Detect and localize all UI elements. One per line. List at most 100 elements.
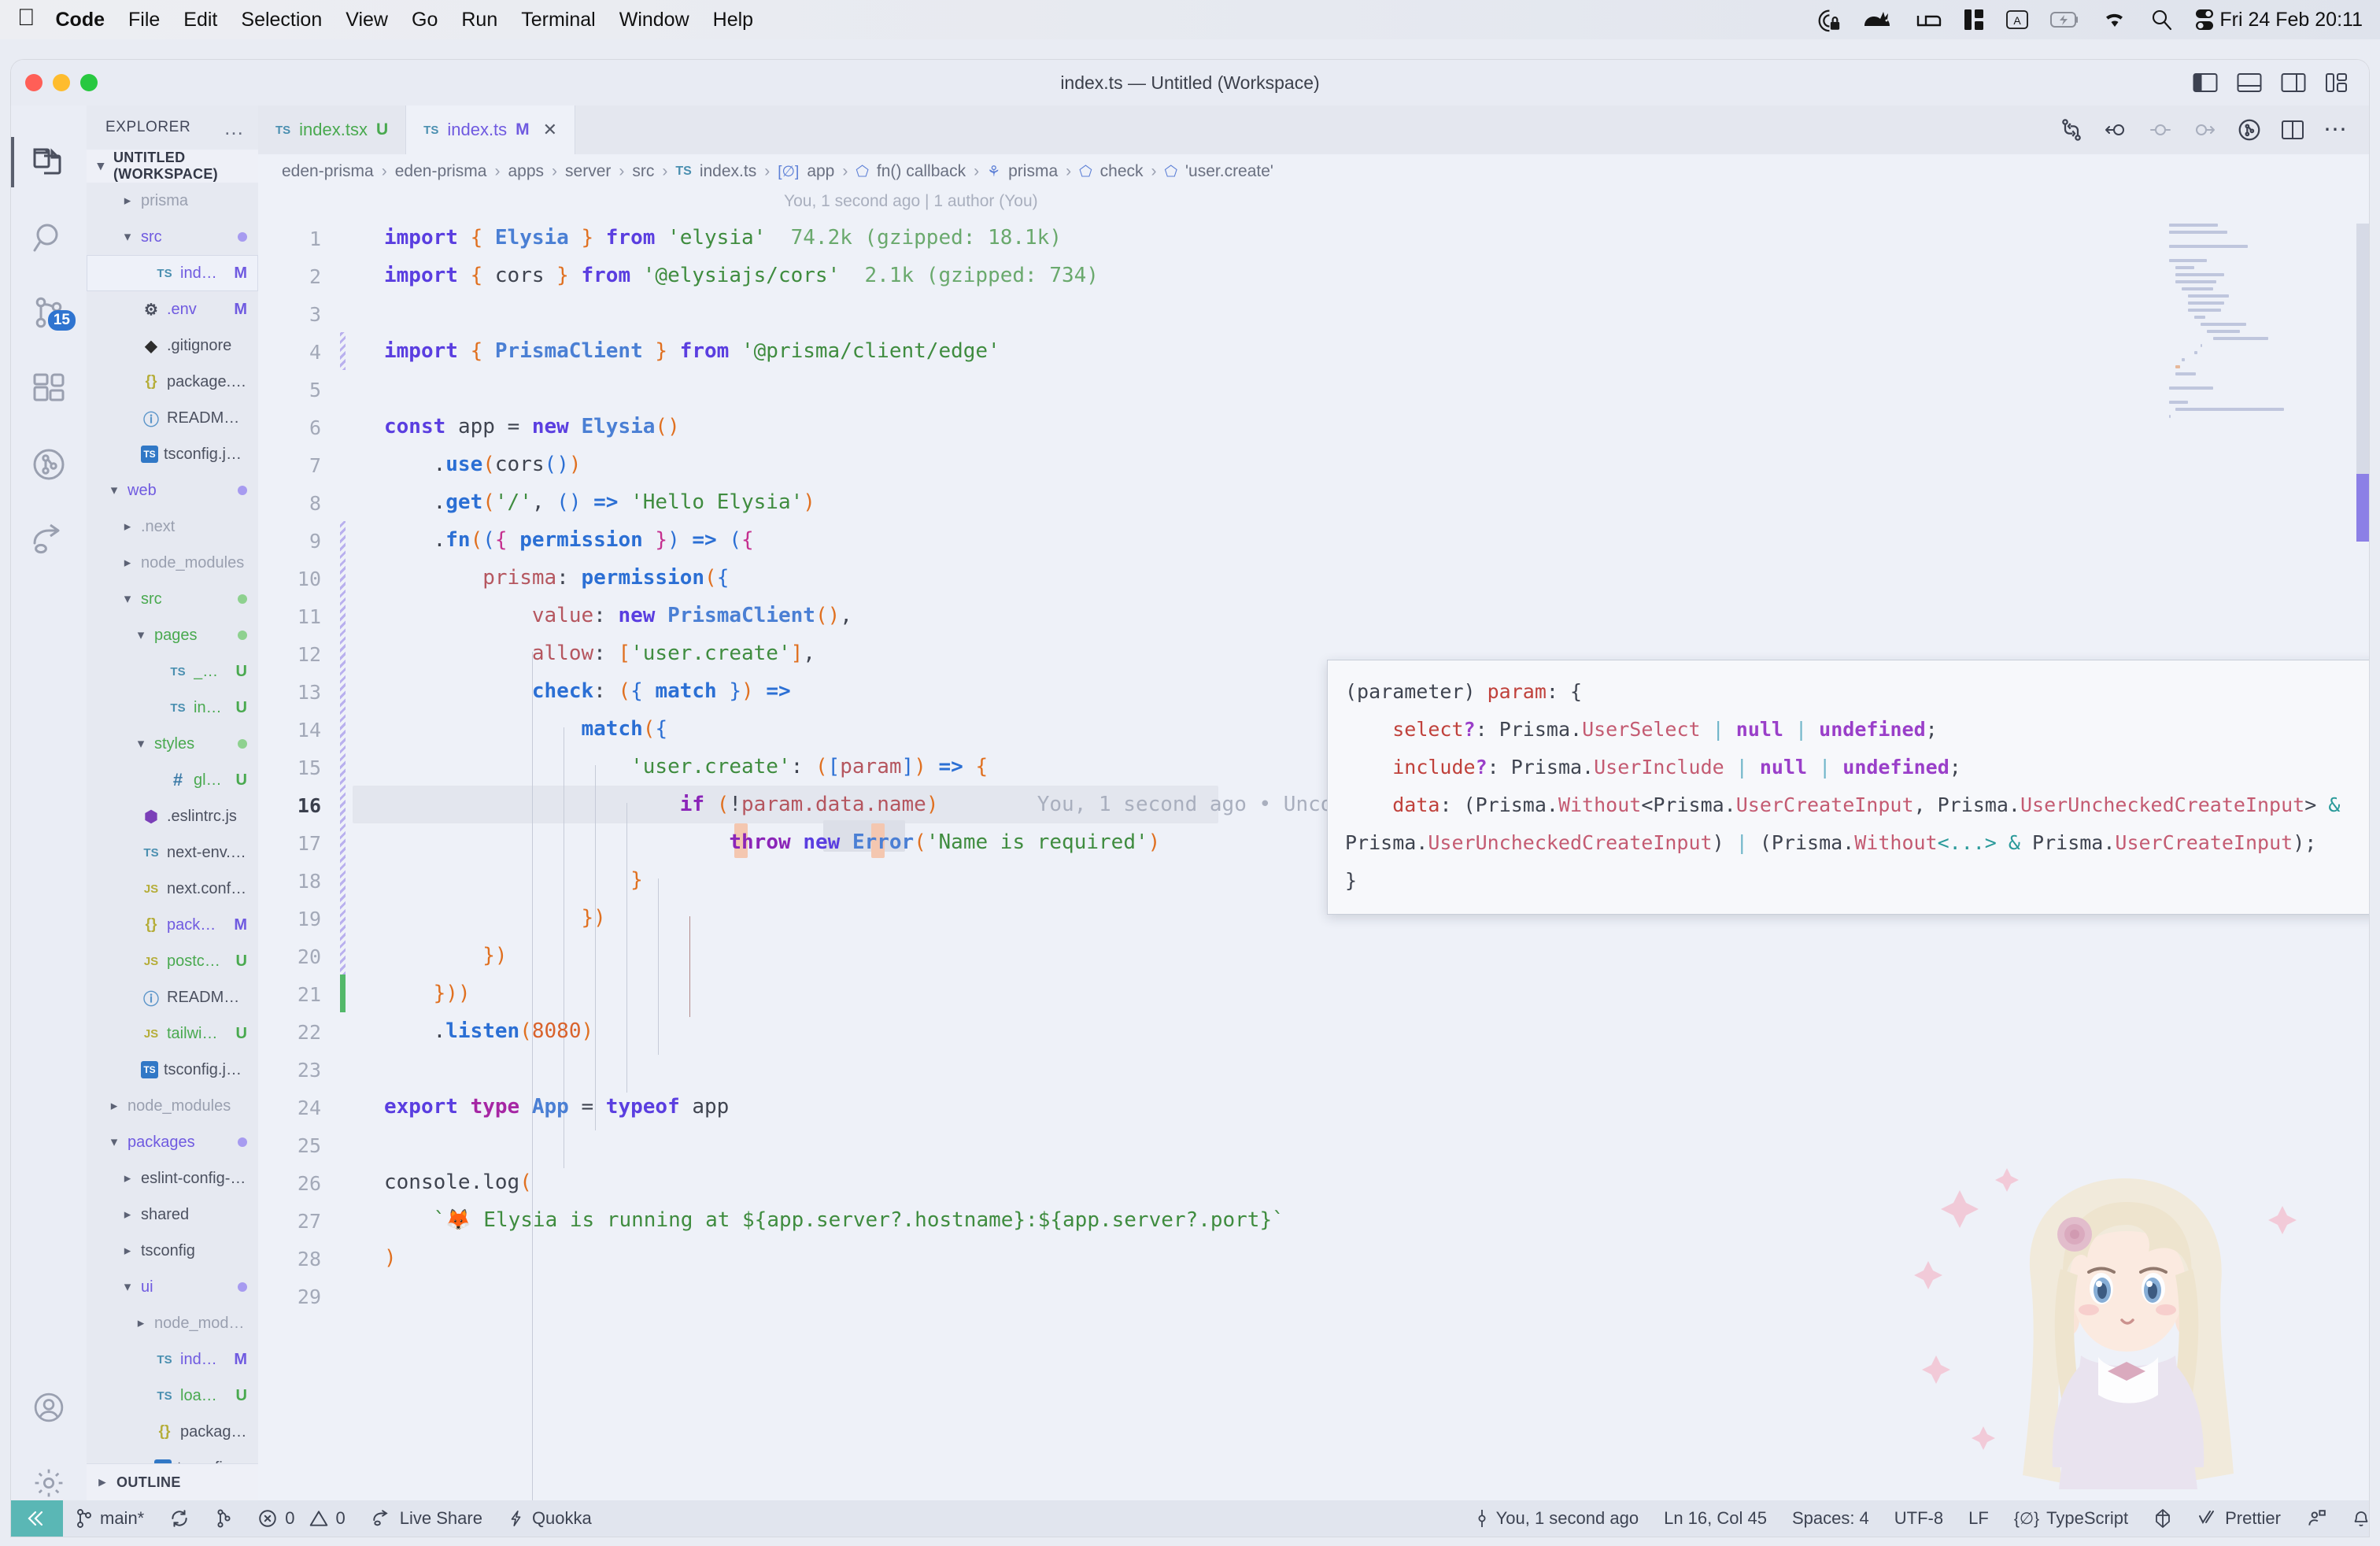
chevron-right-icon[interactable]: ▸ — [120, 1243, 135, 1259]
breadcrumb-item-index-ts[interactable]: index.ts — [700, 162, 756, 181]
apple-logo-icon[interactable]:  — [17, 6, 35, 30]
tree-item-package-json[interactable]: {} package.json — [87, 1414, 258, 1450]
tree-item-tsconfig-json[interactable]: TS tsconfig.json — [87, 1052, 258, 1088]
breadcrumb-symbol-fn-callback[interactable]: fn() callback — [877, 162, 966, 181]
chevron-right-icon[interactable]: ▸ — [133, 1315, 149, 1331]
menu-item-help[interactable]: Help — [713, 9, 753, 31]
control-center-icon[interactable] — [2194, 8, 2215, 31]
status-indentation[interactable]: Spaces: 4 — [1779, 1500, 1882, 1537]
sidebar-item-testing[interactable] — [11, 427, 87, 502]
breadcrumb-item-eden-prisma-2[interactable]: eden-prisma — [395, 162, 487, 181]
tree-item-src[interactable]: ▾ src — [87, 219, 258, 255]
close-icon[interactable]: ✕ — [543, 120, 557, 140]
sidebar-item-extensions[interactable] — [11, 351, 87, 427]
prev-diff-icon[interactable] — [2149, 119, 2172, 141]
tree-item-loading-tsx[interactable]: TS loading.tsx U — [87, 1378, 258, 1414]
tree-item--eslintrc-js[interactable]: ⬢ .eslintrc.js — [87, 798, 258, 834]
menu-item-go[interactable]: Go — [412, 9, 438, 31]
tree-item-tailwind-config-js[interactable]: JS tailwind.config.js U — [87, 1015, 258, 1052]
split-view-icon[interactable] — [1964, 8, 1984, 31]
chevron-down-icon[interactable]: ▾ — [120, 1279, 135, 1295]
status-language-mode[interactable]: {∅} TypeScript — [2001, 1500, 2141, 1537]
remote-window-icon[interactable] — [11, 1500, 63, 1537]
chevron-right-icon[interactable]: ▸ — [106, 1098, 122, 1114]
menu-item-code[interactable]: Code — [56, 9, 105, 31]
tree-item--next[interactable]: ▸ .next — [87, 509, 258, 545]
status-cursor-position[interactable]: Ln 16, Col 45 — [1651, 1500, 1779, 1537]
status-eol[interactable]: LF — [1956, 1500, 2001, 1537]
editor-scrollbar-thumb[interactable] — [2356, 474, 2369, 542]
breadcrumb-item-server[interactable]: server — [565, 162, 611, 181]
more-actions-icon[interactable]: ⋯ — [2323, 118, 2349, 142]
code-editor[interactable]: You, 1 second ago | 1 author (You) 12345… — [258, 189, 2369, 1537]
toggle-primary-sidebar-icon[interactable] — [2193, 72, 2218, 93]
outline-panel-header[interactable]: ▸ OUTLINE — [87, 1464, 258, 1500]
cat-icon[interactable] — [1863, 9, 1894, 31]
tree-item-next-config-js[interactable]: JS next.config.js — [87, 871, 258, 907]
breadcrumb-symbol-user-create[interactable]: 'user.create' — [1185, 162, 1273, 181]
tree-item-shared[interactable]: ▸ shared — [87, 1196, 258, 1233]
tree-item-next-env-d-ts[interactable]: TS next-env.d.ts — [87, 834, 258, 871]
tree-item-readme-md[interactable]: ⓘ README.md — [87, 979, 258, 1015]
chevron-down-icon[interactable]: ▾ — [106, 1134, 122, 1150]
toggle-secondary-sidebar-icon[interactable] — [2281, 72, 2306, 93]
sidebar-item-live-share[interactable] — [11, 502, 87, 578]
status-branch[interactable]: main* — [63, 1500, 157, 1537]
chevron-down-icon[interactable]: ▾ — [120, 229, 135, 245]
tree-item-tsconfig[interactable]: ▸ tsconfig — [87, 1233, 258, 1269]
tree-item-pages[interactable]: ▾ pages — [87, 617, 258, 653]
tree-item-index-tsx[interactable]: TS index.tsx M — [87, 1341, 258, 1378]
status-git-blame[interactable]: You, 1 second ago — [1462, 1500, 1651, 1537]
tree-item-tsconfig-json[interactable]: TS tsconfig.json — [87, 436, 258, 472]
status-checkout[interactable] — [202, 1500, 245, 1537]
tree-item-index-ts[interactable]: TS index.ts M — [87, 255, 258, 291]
status-sync[interactable] — [157, 1500, 202, 1537]
workspace-root-row[interactable]: ▾ UNTITLED (WORKSPACE) — [87, 150, 258, 183]
chevron-down-icon[interactable]: ▾ — [120, 591, 135, 607]
breadcrumb-symbol-prisma[interactable]: prisma — [1008, 162, 1058, 181]
editor-scrollbar[interactable] — [2356, 224, 2369, 491]
sidebar-item-explorer[interactable] — [11, 124, 87, 200]
tree-item-packages[interactable]: ▾ packages — [87, 1124, 258, 1160]
keyboard-input-A-icon[interactable]: A — [2005, 8, 2029, 31]
tree-item-prisma[interactable]: ▸ prisma — [87, 183, 258, 219]
minimap[interactable] — [2169, 224, 2350, 853]
chevron-right-icon[interactable]: ▸ — [120, 1207, 135, 1222]
chevron-down-icon[interactable]: ▾ — [106, 483, 122, 498]
breadcrumb-item-src[interactable]: src — [632, 162, 654, 181]
status-prettier[interactable]: Prettier — [2185, 1500, 2293, 1537]
tree-item--gitignore[interactable]: ◆ .gitignore — [87, 327, 258, 364]
chevron-down-icon[interactable]: ▾ — [133, 736, 149, 752]
chevron-right-icon[interactable]: ▸ — [120, 519, 135, 534]
menu-item-selection[interactable]: Selection — [241, 9, 322, 31]
file-tree[interactable]: ▸ prisma ▾ src TS index.ts M ⚙ .env M ◆ .gitignore {… — [87, 183, 258, 1463]
spotlight-search-icon[interactable] — [2149, 8, 2173, 31]
status-tabnine[interactable] — [2141, 1500, 2185, 1537]
wifi-icon[interactable] — [2101, 9, 2128, 30]
tree-item-global-css[interactable]: # global.css U — [87, 762, 258, 798]
menu-item-file[interactable]: File — [128, 9, 160, 31]
tree-item-package-json[interactable]: {} package.json — [87, 364, 258, 400]
tree-item-src[interactable]: ▾ src — [87, 581, 258, 617]
run-icon[interactable] — [2237, 117, 2262, 142]
breadcrumb-symbol-app[interactable]: app — [807, 162, 834, 181]
menu-item-edit[interactable]: Edit — [183, 9, 217, 31]
battery-charging-icon[interactable] — [2050, 10, 2080, 29]
next-diff-icon[interactable] — [2191, 119, 2218, 141]
go-to-previous-change-icon[interactable] — [2103, 119, 2130, 141]
tree-item-web[interactable]: ▾ web — [87, 472, 258, 509]
chevron-right-icon[interactable]: ▸ — [120, 193, 135, 209]
split-editor-icon[interactable] — [2281, 120, 2304, 140]
tree-item--app-tsx[interactable]: TS _app.tsx U — [87, 653, 258, 690]
toggle-panel-icon[interactable] — [2237, 72, 2262, 93]
chevron-right-icon[interactable]: ▸ — [120, 555, 135, 571]
status-live-share[interactable]: Live Share — [358, 1500, 495, 1537]
menu-item-window[interactable]: Window — [619, 9, 689, 31]
tree-item-readme-md[interactable]: ⓘ README.md — [87, 400, 258, 436]
breadcrumb[interactable]: eden-prisma › eden-prisma › apps › serve… — [258, 154, 2369, 189]
tree-item-node-modules[interactable]: ▸ node_modules — [87, 1305, 258, 1341]
status-quokka[interactable]: Quokka — [495, 1500, 604, 1537]
breadcrumb-symbol-check[interactable]: check — [1100, 162, 1144, 181]
sidebar-item-source-control[interactable]: 15 — [11, 276, 87, 351]
tab-index-ts[interactable]: TS index.ts M ✕ — [406, 105, 576, 154]
